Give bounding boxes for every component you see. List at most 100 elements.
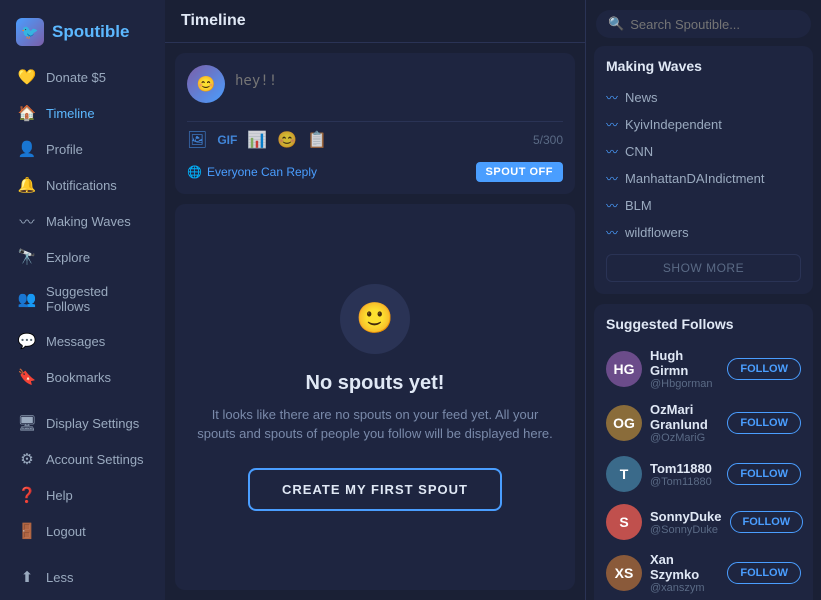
reply-setting[interactable]: 🌐 Everyone Can Reply xyxy=(187,165,317,179)
help-icon: ❓ xyxy=(18,486,36,504)
user-info: OzMari Granlund @OzMariG xyxy=(650,402,719,444)
follow-button[interactable]: FOLLOW xyxy=(730,511,804,533)
notifications-icon: 🔔 xyxy=(18,176,36,194)
sidebar-item-account[interactable]: ⚙ Account Settings xyxy=(8,442,157,476)
empty-title: No spouts yet! xyxy=(306,372,445,395)
user-name: Tom11880 xyxy=(650,461,719,476)
waves-show-more[interactable]: SHOW MORE xyxy=(606,254,801,282)
empty-state: 🙂 No spouts yet! It looks like there are… xyxy=(175,204,575,590)
image-icon[interactable]: 🖼 xyxy=(187,130,207,150)
globe-icon: 🌐 xyxy=(187,165,202,179)
compose-footer: 🌐 Everyone Can Reply SPOUT OFF xyxy=(187,154,563,182)
poll-icon[interactable]: 📊 xyxy=(247,130,267,150)
wave-icon: 〰 xyxy=(606,143,618,160)
wave-item[interactable]: 〰BLM xyxy=(606,192,801,219)
user-info: Xan Szymko @xanszym xyxy=(650,552,719,594)
user-name: SonnyDuke xyxy=(650,509,722,524)
emoji-icon[interactable]: 😊 xyxy=(277,130,297,150)
compose-top: 😊 xyxy=(187,65,563,113)
suggested-list: HG Hugh Girmn @Hbgorman FOLLOW OG OzMari… xyxy=(606,342,801,600)
sidebar-item-logout[interactable]: 🚪Logout xyxy=(8,514,157,548)
sidebar-label-timeline: Timeline xyxy=(46,106,95,121)
follow-button[interactable]: FOLLOW xyxy=(727,358,801,380)
sidebar-item-less[interactable]: ⬆ Less xyxy=(8,560,157,594)
user-info: SonnyDuke @SonnyDuke xyxy=(650,509,722,536)
user-handle: @SonnyDuke xyxy=(650,524,722,536)
user-info: Hugh Girmn @Hbgorman xyxy=(650,348,719,390)
gif-icon[interactable]: GIF xyxy=(217,133,237,147)
sidebar-item-messages[interactable]: 💬 Messages xyxy=(8,324,157,358)
sidebar-item-explore[interactable]: 🔭Explore xyxy=(8,240,157,274)
wave-label: News xyxy=(625,90,658,105)
sidebar-item-donate[interactable]: 💛 Donate $5 xyxy=(8,60,157,94)
user-handle: @Hbgorman xyxy=(650,378,719,390)
sidebar-label-account: Account Settings xyxy=(46,452,144,467)
wave-icon: 〰 xyxy=(606,170,618,187)
wave-label: ManhattanDAIndictment xyxy=(625,171,764,186)
account-icon: ⚙ xyxy=(18,450,36,468)
wave-item[interactable]: 〰wildflowers xyxy=(606,219,801,246)
logo[interactable]: 🐦 Spoutible xyxy=(0,12,165,60)
wave-label: wildflowers xyxy=(625,225,689,240)
sidebar-nav: 💛 Donate $5 🏠 Timeline 👤 Profile 🔔Notification… xyxy=(0,60,165,394)
sidebar-label-donate: Donate $5 xyxy=(46,70,106,85)
follow-button[interactable]: FOLLOW xyxy=(727,412,801,434)
user-name: Hugh Girmn xyxy=(650,348,719,378)
sidebar-item-timeline[interactable]: 🏠 Timeline xyxy=(8,96,157,130)
user-handle: @xanszym xyxy=(650,582,719,594)
making-waves-title: Making Waves xyxy=(606,58,801,74)
empty-description: It looks like there are no spouts on you… xyxy=(195,405,555,444)
sidebar-item-notifications[interactable]: 🔔Notifications xyxy=(8,168,157,202)
sidebar-label-explore: Explore xyxy=(46,250,90,265)
display-icon: 🖥 xyxy=(18,414,36,432)
sidebar-item-bookmarks[interactable]: 🔖Bookmarks xyxy=(8,360,157,394)
user-avatar-compose: 😊 xyxy=(187,65,225,103)
wave-item[interactable]: 〰 ManhattanDAIndictment xyxy=(606,165,801,192)
sidebar-label-profile: Profile xyxy=(46,142,83,157)
user-info: Tom11880 @Tom11880 xyxy=(650,461,719,488)
user-avatar: OG xyxy=(606,405,642,441)
user-name: OzMari Granlund xyxy=(650,402,719,432)
list-icon[interactable]: 📋 xyxy=(307,130,327,150)
sidebar-item-help[interactable]: ❓ Help xyxy=(8,478,157,512)
reply-label: Everyone Can Reply xyxy=(207,165,317,179)
wave-label: KyivIndependent xyxy=(625,117,722,132)
user-avatar: T xyxy=(606,456,642,492)
user-handle: @OzMariG xyxy=(650,432,719,444)
making_waves-icon: 〰 xyxy=(18,212,36,230)
create-first-spout-button[interactable]: CREATE MY FIRST SPOUT xyxy=(248,468,502,511)
compose-input[interactable] xyxy=(235,65,563,113)
donate-icon: 💛 xyxy=(18,68,36,86)
sidebar: 🐦 Spoutible 💛 Donate $5 🏠 Timeline 👤 Profile 🔔… xyxy=(0,0,165,600)
wave-item[interactable]: 〰CNN xyxy=(606,138,801,165)
sidebar-item-suggested[interactable]: 👥Suggested Follows xyxy=(8,276,157,322)
sidebar-item-profile[interactable]: 👤 Profile xyxy=(8,132,157,166)
timeline-icon: 🏠 xyxy=(18,104,36,122)
wave-item[interactable]: 〰News xyxy=(606,84,801,111)
sidebar-label-suggested: Suggested Follows xyxy=(46,284,147,314)
waves-list: 〰News〰KyivIndependent〰CNN〰ManhattanDAInd… xyxy=(606,84,801,246)
user-name: Xan Szymko xyxy=(650,552,719,582)
spout-off-button[interactable]: SPOUT OFF xyxy=(476,162,563,182)
follow-button[interactable]: FOLLOW xyxy=(727,463,801,485)
wave-item[interactable]: 〰KyivIndependent xyxy=(606,111,801,138)
sidebar-label-display: Display Settings xyxy=(46,416,139,431)
user-avatar: S xyxy=(606,504,642,540)
sidebar-item-display[interactable]: 🖥 Display Settings xyxy=(8,406,157,440)
sidebar-item-making_waves[interactable]: 〰Making Waves xyxy=(8,204,157,238)
logo-text: Spoutible xyxy=(52,22,129,42)
less-label: Less xyxy=(46,570,73,585)
logo-icon: 🐦 xyxy=(16,18,44,46)
main-content: Timeline 😊 🖼 GIF 📊 😊 📋 5/300 🌐 Everyone … xyxy=(165,0,586,600)
search-input[interactable] xyxy=(630,17,799,32)
compose-box: 😊 🖼 GIF 📊 😊 📋 5/300 🌐 Everyone Can Reply… xyxy=(175,53,575,194)
profile-icon: 👤 xyxy=(18,140,36,158)
suggested-follows-section: Suggested Follows HG Hugh Girmn @Hbgorma… xyxy=(594,304,813,600)
wave-label: BLM xyxy=(625,198,652,213)
sidebar-label-help: Help xyxy=(46,488,73,503)
sidebar-label-messages: Messages xyxy=(46,334,105,349)
sidebar-label-logout: Logout xyxy=(46,524,86,539)
search-bar: 🔍 xyxy=(586,0,821,46)
follow-button[interactable]: FOLLOW xyxy=(727,562,801,584)
messages-icon: 💬 xyxy=(18,332,36,350)
